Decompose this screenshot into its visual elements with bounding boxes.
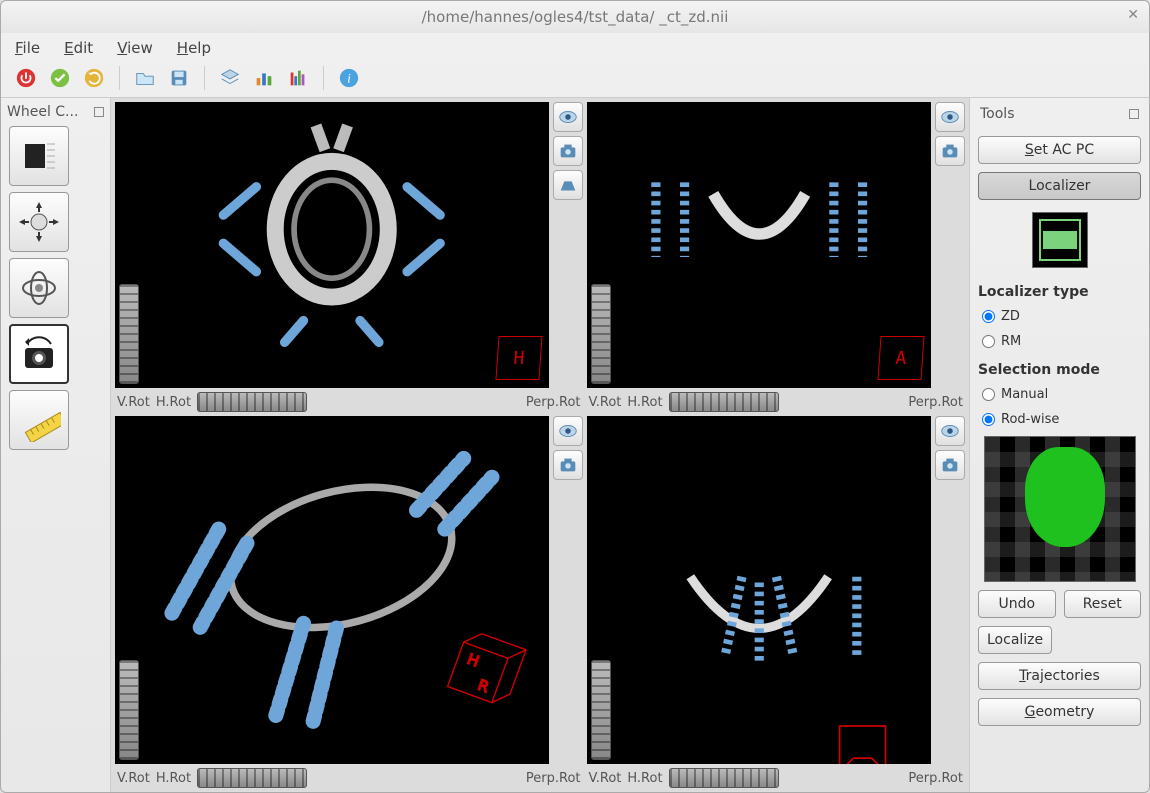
localizer-frame-icon bbox=[1032, 212, 1088, 268]
h-rot-wheel[interactable] bbox=[669, 768, 779, 788]
perprot-label: Perp.Rot bbox=[526, 771, 581, 786]
chart-cols-icon[interactable] bbox=[285, 65, 311, 91]
power-icon[interactable] bbox=[13, 65, 39, 91]
set-ac-pc-button[interactable]: Set AC PC bbox=[978, 136, 1141, 164]
trajectories-button[interactable]: Trajectories bbox=[978, 662, 1141, 690]
geometry-button[interactable]: Geometry bbox=[978, 698, 1141, 726]
selection-mode-label: Selection mode bbox=[978, 362, 1141, 378]
radio-label: Rod-wise bbox=[1001, 412, 1059, 427]
perprot-label: Perp.Rot bbox=[908, 771, 963, 786]
eye-icon[interactable] bbox=[553, 102, 583, 132]
undo-button[interactable]: Undo bbox=[978, 590, 1056, 618]
localizer-button[interactable]: Localizer bbox=[978, 172, 1141, 200]
v-rot-wheel[interactable] bbox=[591, 660, 611, 760]
perprot-label: Perp.Rot bbox=[908, 395, 963, 410]
h-rot-wheel[interactable] bbox=[669, 392, 779, 412]
radio-label: RM bbox=[1001, 334, 1021, 349]
radio-label: ZD bbox=[1001, 309, 1020, 324]
menu-file[interactable]: File bbox=[15, 39, 40, 57]
radio-manual[interactable] bbox=[982, 388, 995, 401]
tools-panel-title: Tools bbox=[978, 104, 1141, 128]
panel-collapse-icon[interactable] bbox=[94, 107, 104, 117]
viewports: H V.Rot H.Rot Perp.Rot bbox=[111, 98, 969, 792]
save-icon[interactable] bbox=[166, 65, 192, 91]
selection-mode-rodwise[interactable]: Rod-wise bbox=[978, 411, 1141, 428]
perspective-icon[interactable] bbox=[553, 170, 583, 200]
tools-label: Tools bbox=[980, 106, 1015, 122]
eye-icon[interactable] bbox=[935, 102, 965, 132]
ok-icon[interactable] bbox=[47, 65, 73, 91]
viewport-canvas-3[interactable]: H R bbox=[115, 416, 549, 764]
vrot-label: V.Rot bbox=[589, 771, 622, 786]
open-icon[interactable] bbox=[132, 65, 158, 91]
hrot-label: H.Rot bbox=[156, 395, 191, 410]
wheel-mode-pan-button[interactable] bbox=[9, 192, 69, 252]
selection-mode-manual[interactable]: Manual bbox=[978, 386, 1141, 403]
localizer-type-rm[interactable]: RM bbox=[978, 333, 1141, 350]
radio-zd[interactable] bbox=[982, 310, 995, 323]
panel-collapse-icon[interactable] bbox=[1129, 109, 1139, 119]
wheel-mode-measure-button[interactable] bbox=[9, 390, 69, 450]
reset-button[interactable]: Reset bbox=[1064, 590, 1142, 618]
menu-help[interactable]: Help bbox=[177, 39, 211, 57]
menu-edit[interactable]: Edit bbox=[64, 39, 93, 57]
viewport-canvas-4[interactable] bbox=[587, 416, 931, 764]
camera-icon[interactable] bbox=[553, 450, 583, 480]
v-rot-wheel[interactable] bbox=[591, 284, 611, 384]
eye-icon[interactable] bbox=[553, 416, 583, 446]
hrot-label: H.Rot bbox=[627, 395, 662, 410]
viewport-3: H R V.Rot H.Rot bbox=[115, 416, 583, 788]
menu-view[interactable]: View bbox=[117, 39, 153, 57]
toolbar: i bbox=[1, 61, 1149, 98]
orientation-cube: A bbox=[877, 336, 924, 380]
v-rot-wheel[interactable] bbox=[119, 284, 139, 384]
v-rot-wheel[interactable] bbox=[119, 660, 139, 760]
h-rot-wheel[interactable] bbox=[197, 768, 307, 788]
svg-text:R: R bbox=[475, 676, 491, 697]
camera-icon[interactable] bbox=[935, 450, 965, 480]
h-rot-wheel[interactable] bbox=[197, 392, 307, 412]
menubar: File Edit View Help bbox=[1, 33, 1149, 61]
wheel-mode-rotate-button[interactable] bbox=[9, 258, 69, 318]
wheel-mode-slice-button[interactable] bbox=[9, 126, 69, 186]
localizer-type-zd[interactable]: ZD bbox=[978, 308, 1141, 325]
perprot-label: Perp.Rot bbox=[526, 395, 581, 410]
seed-preview[interactable] bbox=[984, 436, 1136, 582]
localizer-type-label: Localizer type bbox=[978, 284, 1141, 300]
chart-bars-icon[interactable] bbox=[251, 65, 277, 91]
svg-text:i: i bbox=[347, 72, 351, 86]
layers-icon[interactable] bbox=[217, 65, 243, 91]
vrot-label: V.Rot bbox=[117, 395, 150, 410]
wheel-panel: Wheel C... bbox=[1, 98, 111, 792]
radio-rodwise[interactable] bbox=[982, 413, 995, 426]
viewport-canvas-2[interactable]: A bbox=[587, 102, 931, 388]
vrot-label: V.Rot bbox=[589, 395, 622, 410]
hrot-label: H.Rot bbox=[627, 771, 662, 786]
radio-rm[interactable] bbox=[982, 335, 995, 348]
titlebar: /home/hannes/ogles4/tst_data/ _ct_zd.nii… bbox=[1, 1, 1149, 33]
viewport-2: A V.Rot H.Rot Perp.Rot bbox=[587, 102, 965, 412]
orientation-cube: H bbox=[495, 336, 542, 380]
close-icon[interactable]: ✕ bbox=[1127, 7, 1139, 23]
hrot-label: H.Rot bbox=[156, 771, 191, 786]
viewport-1: H V.Rot H.Rot Perp.Rot bbox=[115, 102, 583, 412]
vrot-label: V.Rot bbox=[117, 771, 150, 786]
wheel-mode-camera-button[interactable] bbox=[9, 324, 69, 384]
viewport-4: V.Rot H.Rot Perp.Rot bbox=[587, 416, 965, 788]
tools-panel: Tools Set AC PC Localizer Localizer type… bbox=[969, 98, 1149, 792]
wheel-panel-label: Wheel C... bbox=[7, 104, 78, 120]
reload-icon[interactable] bbox=[81, 65, 107, 91]
window-title: /home/hannes/ogles4/tst_data/ _ct_zd.nii bbox=[422, 8, 729, 26]
wheel-panel-title: Wheel C... bbox=[5, 102, 106, 126]
info-icon[interactable]: i bbox=[336, 65, 362, 91]
svg-text:H: H bbox=[465, 650, 482, 671]
eye-icon[interactable] bbox=[935, 416, 965, 446]
radio-label: Manual bbox=[1001, 387, 1048, 402]
localize-button[interactable]: Localize bbox=[978, 626, 1052, 654]
camera-icon[interactable] bbox=[553, 136, 583, 166]
viewport-canvas-1[interactable]: H bbox=[115, 102, 549, 388]
camera-icon[interactable] bbox=[935, 136, 965, 166]
